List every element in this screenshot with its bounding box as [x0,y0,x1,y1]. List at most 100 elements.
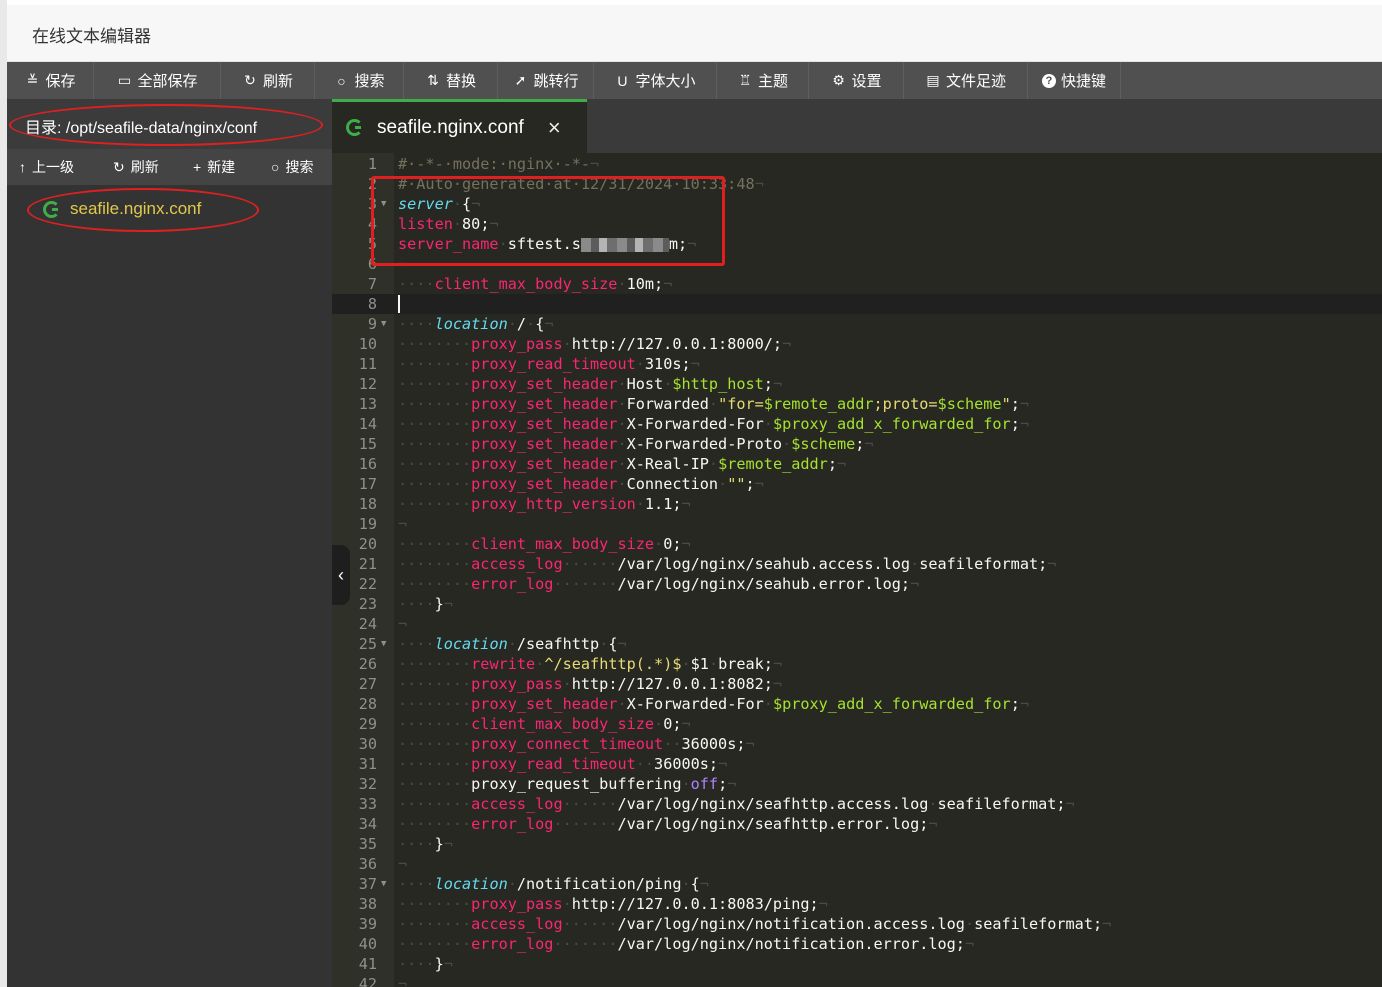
code-line[interactable]: 9 ▼ ····location·/·{¬ [332,314,1382,334]
code-token: ¬ [718,755,728,773]
code-line[interactable]: 35 ····}¬ [332,834,1382,854]
toolbar-button-label: 字体大小 [635,73,696,90]
code-line[interactable]: 27 ········proxy_pass·http://127.0.0.1:80… [332,674,1382,694]
sidebar-tool-up-arrow[interactable]: ↑ 上一级 [19,149,74,185]
code-token: · [535,655,545,673]
code-line[interactable]: 25 ▼ ····location·/seafhttp·{¬ [332,634,1382,654]
close-icon[interactable]: × [548,115,561,141]
fold-toggle-icon[interactable]: ▼ [381,634,386,654]
code-editor[interactable]: 1 #·-*-·mode:·nginx·-*-¬ 2 #·Auto·generated… [332,153,1382,987]
code-line[interactable]: 14 ········proxy_set_header·X-Forwarded-F… [332,414,1382,434]
code-token: ¬ [443,955,453,973]
code-line[interactable]: 5 server_name·sftest.s m;¬ [332,234,1382,254]
toolbar-button-save-all[interactable]: ▭ 全部保存 [94,62,221,99]
code-line[interactable]: 41 ····}¬ [332,954,1382,974]
toolbar-button-goto-line[interactable]: ➚ 跳转行 [498,62,594,99]
code-token: · [507,635,517,653]
code-line[interactable]: 21 ········access_log······/var/log/nginx… [332,554,1382,574]
code-token: ······· [553,935,618,953]
code-line[interactable]: 36 ¬ [332,854,1382,874]
code-line[interactable]: 13 ········proxy_set_header·Forwarded·"fo… [332,394,1382,414]
code-token: ¬ [836,455,847,473]
line-number: 24 [358,615,377,633]
file-sidebar: 目录: /opt/seafile-data/nginx/conf ↑ 上一级 ↻ 刷新… [7,99,332,987]
toolbar-button-save[interactable]: ≚ 保存 [7,62,94,99]
sidebar-tool-search[interactable]: ○ 搜索 [271,149,313,185]
code-line[interactable]: 11 ········proxy_read_timeout·310s;¬ [332,354,1382,374]
code-token: http://127.0.0.1:8083/ping; [571,895,819,913]
code-line[interactable]: 19 ¬ [332,514,1382,534]
code-token: · [654,715,664,733]
code-line[interactable]: 26 ········rewrite·^/seafhttp(.*)$·$1·bre… [332,654,1382,674]
code-text: server_name·sftest.s m;¬ [398,234,696,254]
code-line[interactable]: 22 ········error_log·······/var/log/nginx… [332,574,1382,594]
toolbar-button-refresh[interactable]: ↻ 刷新 [221,62,315,99]
code-token: access_log [471,915,563,933]
code-token: /var/log/nginx/notification.error.log; [617,935,965,953]
code-token: Host [626,375,664,393]
fold-toggle-icon[interactable]: ▼ [381,314,386,334]
code-token: ···· [398,635,435,653]
code-line[interactable]: 42 ¬ [332,974,1382,987]
code-token: ¬ [754,475,764,493]
toolbar-button-replace[interactable]: ⇅ 替换 [404,62,498,99]
code-line[interactable]: 15 ········proxy_set_header·X-Forwarded-P… [332,434,1382,454]
code-line[interactable]: 12 ········proxy_set_header·Host·$http_ho… [332,374,1382,394]
code-line[interactable]: 37 ▼ ····location·/notification/ping·{¬ [332,874,1382,894]
code-line[interactable]: 31 ········proxy_read_timeout··36000s;¬ [332,754,1382,774]
code-line[interactable]: 30 ········proxy_connect_timeout··36000s;… [332,734,1382,754]
code-line[interactable]: 24 ¬ [332,614,1382,634]
code-text: ········rewrite·^/seafhttp(.*)$·$1·break… [398,654,782,674]
fold-toggle-icon[interactable]: ▼ [381,194,386,214]
toolbar-button-theme[interactable]: ♖ 主题 [717,62,809,99]
code-line[interactable]: 17 ········proxy_set_header·Connection·""… [332,474,1382,494]
code-line[interactable]: 4 listen·80;¬ [332,214,1382,234]
code-line[interactable]: 38 ········proxy_pass·http://127.0.0.1:80… [332,894,1382,914]
code-line[interactable]: 39 ········access_log······/var/log/nginx… [332,914,1382,934]
code-token: ¬ [544,315,554,333]
code-line[interactable]: 10 ········proxy_pass·http://127.0.0.1:80… [332,334,1382,354]
code-token: ; [745,475,755,493]
code-line[interactable]: 32 ········proxy_request_buffering·off;¬ [332,774,1382,794]
code-line[interactable]: 40 ········error_log·······/var/log/nginx… [332,934,1382,954]
toolbar-button-font-size[interactable]: U 字体大小 [594,62,717,99]
code-token: ¬ [681,535,691,553]
code-line[interactable]: 3 ▼ server·{¬ [332,194,1382,214]
code-line[interactable]: 29 ········client_max_body_size·0;¬ [332,714,1382,734]
toolbar-button-search[interactable]: ○ 搜索 [315,62,404,99]
file-item[interactable]: seafile.nginx.conf [7,194,332,224]
code-line[interactable]: 33 ········access_log······/var/log/nginx… [332,794,1382,814]
code-line[interactable]: 28 ········proxy_set_header·X-Forwarded-F… [332,694,1382,714]
code-line[interactable]: 7 ····client_max_body_size·10m;¬ [332,274,1382,294]
code-token: /var/log/nginx/seahub.error.log; [617,575,911,593]
code-token: · [708,655,719,673]
code-token: $proxy_add_x_forwarded_for [772,695,1011,713]
code-line[interactable]: 1 #·-*-·mode:·nginx·-*-¬ [332,154,1382,174]
code-token: /seafhttp [516,635,600,653]
toolbar-button-settings[interactable]: ⚙ 设置 [809,62,904,99]
fold-toggle-icon[interactable]: ▼ [381,874,386,894]
code-line[interactable]: 23 ····}¬ [332,594,1382,614]
code-line[interactable]: 8 [332,294,1382,314]
sidebar-tool-refresh[interactable]: ↻ 刷新 [113,149,159,185]
toolbar-button-file-history[interactable]: ▤ 文件足迹 [904,62,1028,99]
code-line[interactable]: 16 ········proxy_set_header·X-Real-IP·$re… [332,454,1382,474]
code-line[interactable]: 6 ¬ [332,254,1382,274]
line-number: 32 [358,775,377,793]
line-number: 9 [367,315,377,333]
toolbar-button-help[interactable]: ? 快捷键 [1028,62,1121,99]
tab-seafile-nginx-conf[interactable]: seafile.nginx.conf × [332,99,587,153]
code-token: ········ [398,915,472,933]
code-token: { [462,195,472,213]
code-line[interactable]: 34 ········error_log·······/var/log/nginx… [332,814,1382,834]
code-token: · [763,695,773,713]
code-text: ········error_log·······/var/log/nginx/s… [398,574,919,594]
toolbar-button-label: 替换 [445,73,476,90]
code-text: ········proxy_pass·http://127.0.0.1:8083… [398,894,828,914]
directory-bar: 目录: /opt/seafile-data/nginx/conf [7,99,332,149]
collapse-sidebar-handle[interactable]: ‹ [332,545,350,605]
sidebar-tool-plus[interactable]: + 新建 [193,149,235,185]
code-line[interactable]: 18 ········proxy_http_version·1.1;¬ [332,494,1382,514]
code-line[interactable]: 20 ········client_max_body_size·0;¬ [332,534,1382,554]
code-line[interactable]: 2 #·Auto·generated·at·12/31/2024·10:33:48… [332,174,1382,194]
